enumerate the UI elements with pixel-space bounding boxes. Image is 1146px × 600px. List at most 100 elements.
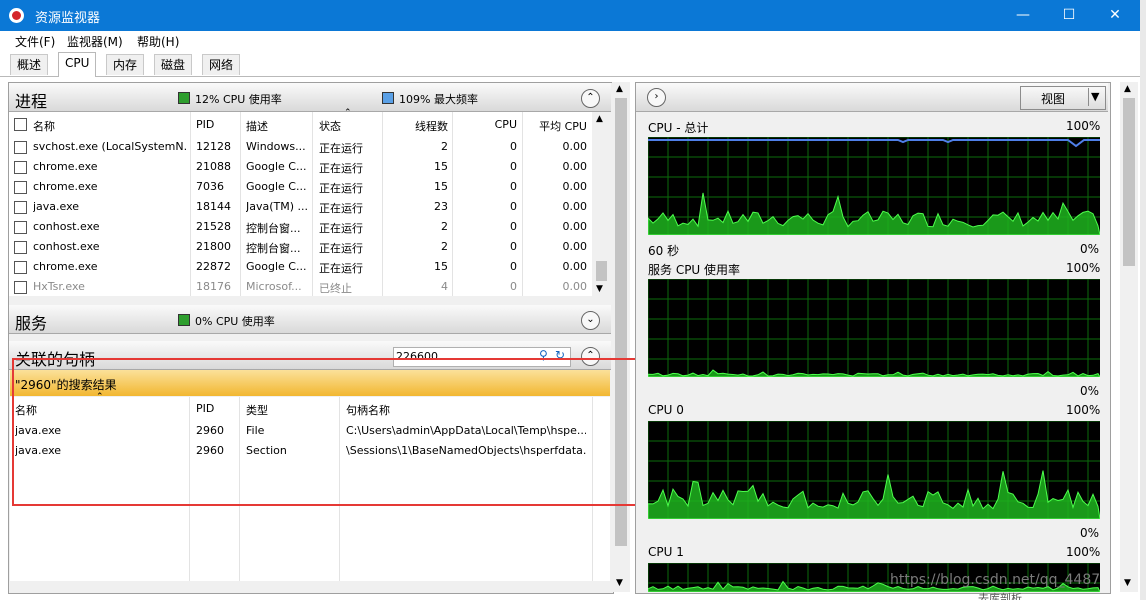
- scroll-up-arrow-icon[interactable]: ▲: [616, 84, 623, 94]
- graph-max: 100%: [1066, 403, 1101, 417]
- tab-memory[interactable]: 内存: [106, 54, 145, 75]
- row-checkbox[interactable]: [14, 201, 27, 214]
- proc-description: Windows...: [246, 140, 306, 153]
- menu-file[interactable]: 文件(F): [15, 33, 55, 50]
- proc-pid: 18144: [196, 200, 231, 213]
- proc-cpu: 0: [510, 260, 517, 273]
- proc-pid: 7036: [196, 180, 224, 193]
- minimize-button[interactable]: —: [1000, 0, 1046, 31]
- row-checkbox[interactable]: [14, 241, 27, 254]
- proc-cpu: 0: [510, 160, 517, 173]
- col-description[interactable]: 描述: [246, 118, 268, 134]
- processes-header[interactable]: [9, 83, 611, 112]
- select-all-checkbox[interactable]: [14, 118, 27, 131]
- sort-indicator-icon: ⌃: [344, 108, 352, 118]
- graph-max: 100%: [1066, 545, 1101, 559]
- scroll-down-arrow-icon[interactable]: ▼: [1124, 578, 1131, 588]
- proc-avg-cpu: 0.00: [562, 280, 588, 293]
- cpu-activity-area: [647, 192, 1101, 236]
- scroll-down-arrow-icon[interactable]: ▼: [596, 284, 603, 294]
- proc-threads: 15: [434, 260, 448, 273]
- processes-cpu-usage: 12% CPU 使用率: [195, 93, 282, 106]
- proc-status: 正在运行: [319, 142, 363, 155]
- proc-status: 正在运行: [319, 242, 363, 255]
- col-pid[interactable]: PID: [196, 118, 214, 131]
- tab-cpu[interactable]: CPU: [58, 52, 97, 77]
- row-checkbox[interactable]: [14, 221, 27, 234]
- cpu-usage-legend-icon: [178, 92, 190, 104]
- graph-title: CPU 0: [648, 403, 684, 417]
- tab-disk[interactable]: 磁盘: [154, 54, 193, 75]
- watermark-text: https://blog.csdn.net/qq_4487: [890, 572, 1101, 588]
- scroll-down-arrow-icon[interactable]: ▼: [616, 578, 623, 588]
- proc-description: Google C...: [246, 160, 307, 173]
- menu-help[interactable]: 帮助(H): [137, 33, 179, 50]
- service-cpu-graph: [647, 278, 1101, 378]
- col-name[interactable]: 名称: [33, 118, 55, 134]
- row-checkbox[interactable]: [14, 281, 27, 294]
- scroll-up-arrow-icon[interactable]: ▲: [596, 114, 603, 124]
- proc-threads: 2: [441, 220, 448, 233]
- proc-status: 正在运行: [319, 262, 363, 275]
- graph-time-span: 60 秒: [648, 244, 680, 258]
- proc-pid: 21528: [196, 220, 231, 233]
- proc-pid: 21800: [196, 240, 231, 253]
- proc-status: 正在运行: [319, 182, 363, 195]
- row-checkbox[interactable]: [14, 181, 27, 194]
- proc-pid: 12128: [196, 140, 231, 153]
- proc-name: chrome.exe: [33, 160, 98, 173]
- processes-max-frequency: 109% 最大频率: [399, 93, 478, 106]
- graph-min: 0%: [1080, 242, 1100, 256]
- proc-cpu: 0: [510, 200, 517, 213]
- window-title: 资源监视器: [35, 11, 101, 26]
- graph-min: 0%: [1080, 384, 1100, 398]
- col-cpu[interactable]: CPU: [480, 118, 517, 131]
- tab-network[interactable]: 网络: [202, 54, 241, 75]
- expand-down-icon[interactable]: ⌄: [581, 311, 600, 330]
- proc-name: conhost.exe: [33, 240, 100, 253]
- processes-scroll-thumb[interactable]: [596, 261, 607, 281]
- proc-threads: 2: [441, 140, 448, 153]
- proc-name: conhost.exe: [33, 220, 100, 233]
- proc-description: Google C...: [246, 180, 307, 193]
- highlight-box: [12, 358, 676, 506]
- col-status[interactable]: 状态: [319, 118, 341, 134]
- proc-cpu: 0: [510, 180, 517, 193]
- row-checkbox[interactable]: [14, 261, 27, 274]
- dropdown-arrow-icon: ▼: [1091, 90, 1100, 103]
- row-checkbox[interactable]: [14, 161, 27, 174]
- cpu0-graph: [647, 420, 1101, 520]
- view-dropdown-label: 视图: [1041, 92, 1066, 106]
- max-frequency-legend-icon: [382, 92, 394, 104]
- collapse-up-icon[interactable]: ⌃: [581, 89, 600, 108]
- graph-title: 服务 CPU 使用率: [648, 263, 741, 277]
- tab-overview[interactable]: 概述: [10, 54, 49, 75]
- proc-description: Google C...: [246, 260, 307, 273]
- proc-avg-cpu: 0.00: [562, 200, 588, 213]
- proc-description: Java(TM) ...: [246, 200, 309, 213]
- background-text-fragment: 去库剖析: [978, 592, 1022, 600]
- graph-title: CPU - 总计: [648, 121, 709, 135]
- proc-avg-cpu: 0.00: [562, 140, 588, 153]
- scroll-up-arrow-icon[interactable]: ▲: [1124, 84, 1131, 94]
- resource-monitor-icon: [9, 8, 24, 23]
- cpu-activity-area: [647, 369, 1101, 378]
- proc-status: 正在运行: [319, 202, 363, 215]
- graph-max: 100%: [1066, 261, 1101, 275]
- graph-title: CPU 1: [648, 545, 684, 559]
- proc-name: svchost.exe (LocalSystemN...: [33, 140, 188, 153]
- max-frequency-line: [648, 139, 1100, 148]
- expand-right-icon[interactable]: ›: [647, 88, 666, 107]
- menu-monitor[interactable]: 监视器(M): [67, 33, 123, 50]
- background-window-edge: [1140, 0, 1146, 600]
- services-header[interactable]: [9, 305, 611, 334]
- col-threads[interactable]: 线程数: [408, 118, 448, 134]
- proc-description: 控制台窗...: [246, 222, 301, 235]
- proc-pid: 18176: [196, 280, 231, 293]
- col-avg-cpu[interactable]: 平均 CPU: [530, 118, 587, 134]
- right-panel-scroll-thumb[interactable]: [1123, 98, 1135, 266]
- maximize-button[interactable]: ☐: [1046, 0, 1092, 31]
- graph-max: 100%: [1066, 119, 1101, 133]
- row-checkbox[interactable]: [14, 141, 27, 154]
- close-button[interactable]: ✕: [1092, 0, 1138, 31]
